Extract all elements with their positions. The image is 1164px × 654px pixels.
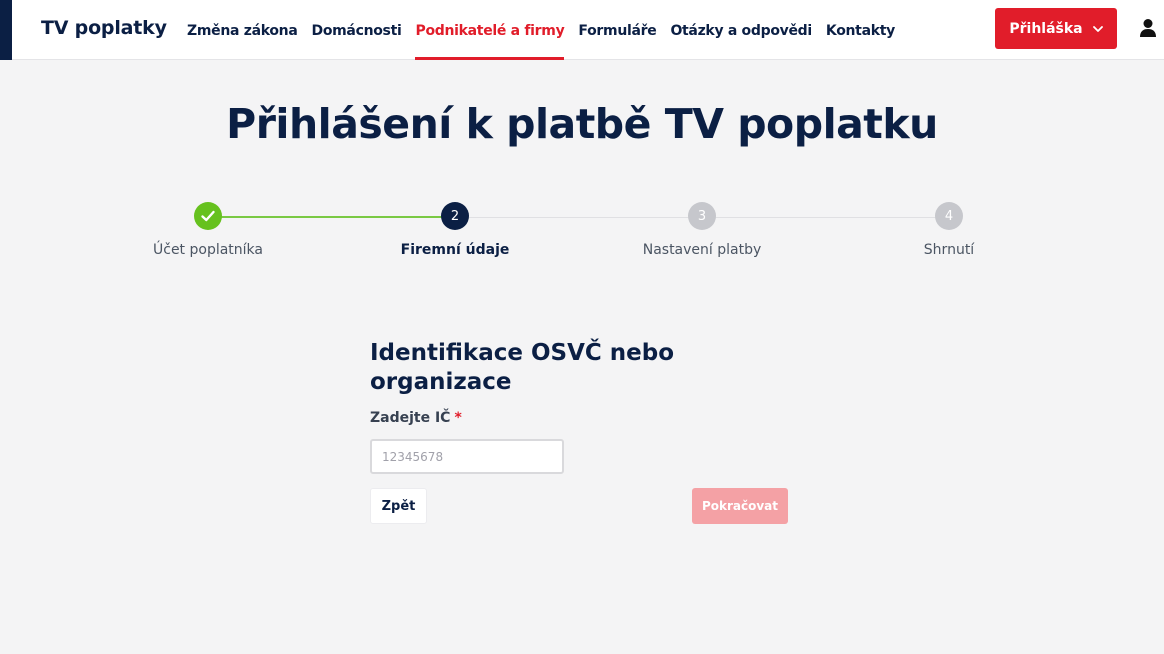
nav-item-formulare[interactable]: Formuláře (578, 0, 656, 60)
nav-item-otazky[interactable]: Otázky a odpovědi (670, 0, 812, 60)
site-logo[interactable]: TV poplatky (41, 17, 167, 39)
step-1-label: Účet poplatníka (153, 242, 263, 258)
step-3-circle: 3 (688, 202, 716, 230)
step-firemni-udaje: 2 Firemní údaje (355, 202, 555, 258)
main-nav: Změna zákona Domácnosti Podnikatelé a fi… (187, 0, 895, 60)
chevron-down-icon (1092, 25, 1103, 32)
step-2-label: Firemní údaje (400, 242, 510, 258)
step-1-circle (194, 202, 222, 230)
prihlaska-button-label: Přihláška (1009, 20, 1083, 37)
check-icon (201, 210, 215, 222)
ic-input[interactable] (370, 439, 564, 474)
nav-item-zmena-zakona[interactable]: Změna zákona (187, 0, 298, 60)
step-3-label: Nastavení platby (642, 242, 762, 258)
user-icon[interactable] (1139, 18, 1157, 38)
step-nastaveni-platby: 3 Nastavení platby (602, 202, 802, 258)
ic-label-text: Zadejte IČ (370, 410, 451, 426)
section-title: Identifikace OSVČ nebo organizace (370, 340, 675, 395)
prihlaska-button[interactable]: Přihláška (995, 8, 1117, 49)
nav-item-domacnosti[interactable]: Domácnosti (312, 0, 402, 60)
back-button[interactable]: Zpět (370, 488, 427, 524)
required-marker: * (454, 410, 462, 426)
step-ucet-poplatnika[interactable]: Účet poplatníka (108, 202, 308, 258)
nav-item-kontakty[interactable]: Kontakty (826, 0, 895, 60)
step-shrnuti: 4 Shrnutí (849, 202, 1049, 258)
header-accent-stripe (0, 0, 12, 60)
nav-item-podnikatele[interactable]: Podnikatelé a firmy (415, 0, 565, 60)
ic-field-label: Zadejte IČ * (370, 410, 462, 426)
progress-stepper: Účet poplatníka 2 Firemní údaje 3 Nastav… (0, 202, 1164, 272)
site-header: TV poplatky Změna zákona Domácnosti Podn… (0, 0, 1164, 60)
continue-button[interactable]: Pokračovat (692, 488, 788, 524)
step-4-label: Shrnutí (923, 242, 975, 258)
step-2-circle: 2 (441, 202, 469, 230)
page-title: Přihlášení k platbě TV poplatku (226, 100, 938, 148)
step-4-circle: 4 (935, 202, 963, 230)
